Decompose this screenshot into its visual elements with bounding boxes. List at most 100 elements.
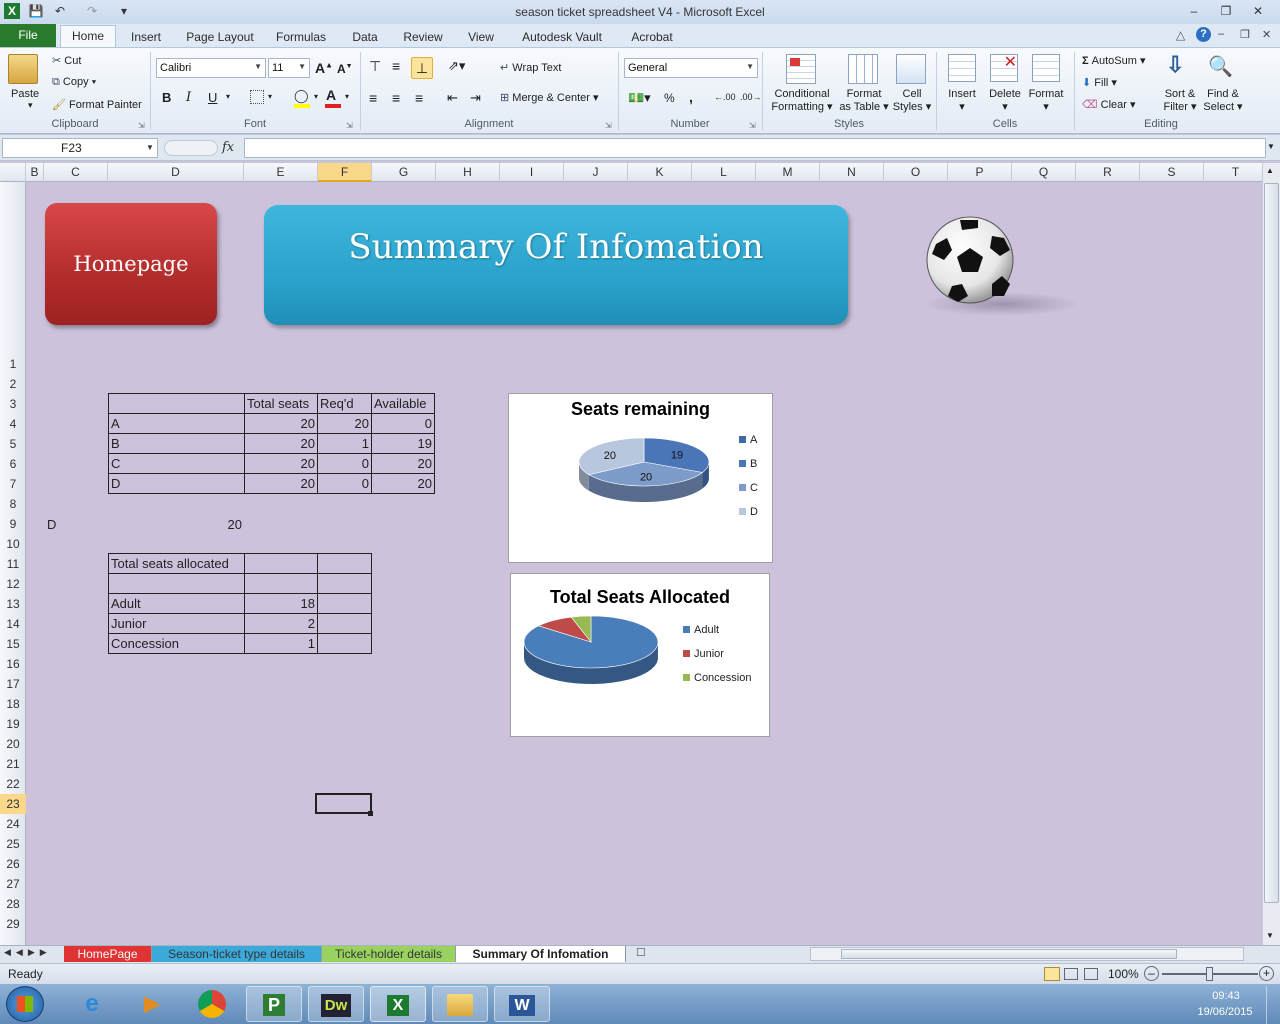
fill-handle[interactable] [368, 811, 373, 816]
row-header-16[interactable]: 16 [0, 654, 26, 674]
zoom-level[interactable]: 100% [1108, 967, 1139, 981]
wrap-text-button[interactable]: ↵ Wrap Text [500, 61, 561, 74]
delete-cells-icon[interactable]: ✕ [990, 54, 1018, 82]
grow-font-icon[interactable]: A▲ [315, 60, 333, 76]
row-header-1[interactable]: 1 [0, 354, 26, 374]
table-cell[interactable]: A [108, 413, 245, 434]
table-cell[interactable]: D [108, 473, 245, 494]
vertical-scroll-thumb[interactable] [1264, 183, 1279, 903]
number-format-select[interactable]: General ▼ [624, 58, 758, 78]
sort-filter-icon[interactable]: ⇩ [1166, 52, 1184, 78]
comma-style-icon[interactable]: , [689, 89, 693, 105]
table-cell[interactable]: Concession [108, 633, 245, 654]
font-color-dropdown-icon[interactable]: ▾ [345, 92, 349, 101]
page-break-view-icon[interactable] [1084, 968, 1098, 980]
table-cell[interactable]: 0 [317, 453, 372, 474]
selected-cell-f23[interactable] [315, 793, 372, 814]
table-cell[interactable]: 20 [244, 413, 318, 434]
alignment-launcher-icon[interactable]: ⇲ [605, 121, 612, 130]
conditional-formatting-icon[interactable] [786, 54, 816, 84]
internet-explorer-icon[interactable]: e [64, 986, 120, 1022]
currency-icon[interactable]: 💵▾ [628, 90, 651, 106]
file-explorer-icon[interactable] [432, 986, 488, 1022]
decrease-decimal-icon[interactable]: .00→ [740, 92, 762, 102]
column-header-j[interactable]: J [564, 163, 628, 182]
word-icon[interactable]: W [494, 986, 550, 1022]
paste-dropdown-icon[interactable]: ▾ [28, 100, 33, 111]
column-header-d[interactable]: D [108, 163, 244, 182]
total-seats-allocated-chart[interactable]: Total Seats Allocated Adult Junior Concess… [510, 573, 770, 737]
increase-indent-icon[interactable]: ⇥ [470, 90, 481, 106]
clipboard-launcher-icon[interactable]: ⇲ [138, 121, 145, 130]
delete-button[interactable]: Delete ▾ [986, 88, 1024, 114]
autosum-button[interactable]: Σ AutoSum ▾ [1082, 54, 1146, 67]
row-header-12[interactable]: 12 [0, 574, 26, 594]
column-header-m[interactable]: M [756, 163, 820, 182]
underline-dropdown-icon[interactable]: ▾ [226, 92, 230, 101]
workbook-minimize-icon[interactable]: – [1218, 28, 1224, 40]
format-as-table-button[interactable]: Format as Table ▾ [838, 88, 890, 114]
minimize-ribbon-icon[interactable]: △ [1176, 28, 1185, 42]
decrease-indent-icon[interactable]: ⇤ [447, 90, 458, 106]
increase-decimal-icon[interactable]: ←.00 [714, 92, 736, 102]
column-header-h[interactable]: H [436, 163, 500, 182]
close-button[interactable]: ✕ [1244, 2, 1272, 20]
tab-formulas[interactable]: Formulas [270, 27, 332, 48]
row-header-24[interactable]: 24 [0, 814, 26, 834]
clock-date[interactable]: 19/06/2015 [1190, 1006, 1260, 1018]
bold-icon[interactable]: B [162, 90, 171, 105]
insert-cells-icon[interactable] [948, 54, 976, 82]
tab-file[interactable]: File [0, 24, 56, 47]
normal-view-icon[interactable] [1044, 967, 1060, 981]
table-cell[interactable]: 18 [244, 593, 318, 614]
italic-icon[interactable]: I [186, 90, 191, 105]
help-icon[interactable]: ? [1196, 27, 1211, 42]
workbook-restore-icon[interactable]: ❐ [1240, 28, 1250, 41]
row-header-21[interactable]: 21 [0, 754, 26, 774]
column-header-t[interactable]: T [1204, 163, 1268, 182]
row-header-6[interactable]: 6 [0, 454, 26, 474]
table-cell[interactable] [244, 553, 318, 574]
homepage-button[interactable]: Homepage [45, 203, 217, 325]
table-cell[interactable]: 0 [371, 413, 435, 434]
format-painter-button[interactable]: 🖌 Format Painter [52, 98, 142, 111]
table-cell[interactable] [244, 573, 318, 594]
conditional-formatting-button[interactable]: Conditional Formatting ▾ [770, 88, 834, 114]
start-button[interactable] [6, 986, 44, 1022]
row-header-4[interactable]: 4 [0, 414, 26, 434]
row-header-27[interactable]: 27 [0, 874, 26, 894]
sort-filter-button[interactable]: Sort & Filter ▾ [1158, 88, 1202, 114]
row-header-23[interactable]: 23 [0, 794, 26, 814]
column-header-i[interactable]: I [500, 163, 564, 182]
cell-d9[interactable]: 20 [200, 517, 242, 532]
column-header-k[interactable]: K [628, 163, 692, 182]
cell-styles-button[interactable]: Cell Styles ▾ [892, 88, 932, 114]
table-cell[interactable] [317, 593, 372, 614]
scroll-up-icon[interactable]: ▲ [1266, 166, 1274, 175]
row-header-18[interactable]: 18 [0, 694, 26, 714]
column-header-e[interactable]: E [244, 163, 318, 182]
fill-color-icon[interactable]: ◯ [294, 88, 309, 104]
table-cell[interactable] [317, 553, 372, 574]
column-header-f[interactable]: F [318, 163, 372, 182]
sheet-tab-1[interactable]: HomePage [64, 946, 152, 962]
row-header-29[interactable]: 29 [0, 914, 26, 934]
zoom-out-icon[interactable]: – [1144, 966, 1159, 981]
media-player-icon[interactable]: ▶ [124, 986, 180, 1022]
align-right-icon[interactable]: ≡ [415, 90, 423, 106]
select-all-corner[interactable] [0, 163, 26, 182]
table-cell[interactable]: B [108, 433, 245, 454]
restore-button[interactable]: ❐ [1212, 2, 1240, 20]
underline-icon[interactable]: U [208, 90, 217, 105]
font-color-icon[interactable]: A [326, 87, 336, 103]
column-header-n[interactable]: N [820, 163, 884, 182]
horizontal-scroll-thumb[interactable] [841, 949, 1177, 959]
format-as-table-icon[interactable] [848, 54, 878, 84]
row-header-7[interactable]: 7 [0, 474, 26, 494]
align-center-icon[interactable]: ≡ [392, 90, 400, 106]
workbook-close-icon[interactable]: ✕ [1262, 28, 1271, 41]
sheet-tab-3[interactable]: Ticket-holder details [322, 946, 456, 962]
row-header-15[interactable]: 15 [0, 634, 26, 654]
table-cell[interactable] [108, 573, 245, 594]
row-header-11[interactable]: 11 [0, 554, 26, 574]
